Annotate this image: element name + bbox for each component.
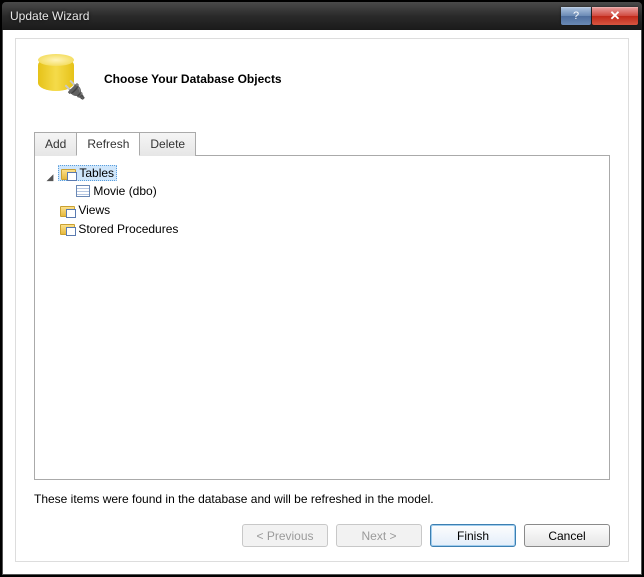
tab-container: Add Refresh Delete ◢ Tables	[34, 131, 610, 480]
close-button[interactable]: ✕	[592, 7, 638, 25]
tab-refresh[interactable]: Refresh	[76, 132, 140, 156]
expander-icon[interactable]: ◢	[45, 172, 55, 183]
close-icon: ✕	[610, 8, 621, 24]
help-button[interactable]: ?	[561, 7, 591, 25]
object-tree[interactable]: ◢ Tables Movie (dbo)	[34, 155, 610, 480]
wizard-frame: 🔌 Choose Your Database Objects Add Refre…	[15, 38, 629, 562]
page-title: Choose Your Database Objects	[104, 72, 282, 86]
wizard-header: 🔌 Choose Your Database Objects	[34, 55, 610, 103]
tree-label-movie: Movie (dbo)	[93, 184, 156, 198]
next-button: Next >	[336, 524, 422, 547]
client-area: 🔌 Choose Your Database Objects Add Refre…	[2, 30, 642, 575]
tree-label-tables: Tables	[79, 166, 114, 180]
finish-button[interactable]: Finish	[430, 524, 516, 547]
tab-add[interactable]: Add	[34, 132, 77, 156]
tree-node-tables[interactable]: ◢ Tables Movie (dbo)	[45, 164, 603, 202]
info-text: These items were found in the database a…	[34, 492, 610, 506]
tree-node-movie[interactable]: Movie (dbo)	[61, 183, 603, 202]
update-wizard-window: Update Wizard ? ✕ 🔌 Choose Your Database…	[0, 0, 644, 577]
database-icon: 🔌	[34, 55, 86, 103]
tree-node-views[interactable]: Views	[45, 202, 603, 221]
tables-folder-icon	[61, 169, 76, 180]
table-icon	[76, 185, 90, 197]
tabstrip: Add Refresh Delete	[34, 131, 610, 155]
previous-button: < Previous	[242, 524, 328, 547]
window-title: Update Wizard	[10, 9, 560, 23]
cancel-button[interactable]: Cancel	[524, 524, 610, 547]
tree-label-sprocs: Stored Procedures	[78, 222, 178, 236]
tree-node-sprocs[interactable]: Stored Procedures	[45, 221, 603, 240]
tab-delete[interactable]: Delete	[139, 132, 196, 156]
views-folder-icon	[60, 206, 75, 217]
tree-label-views: Views	[78, 203, 110, 217]
titlebar[interactable]: Update Wizard ? ✕	[2, 2, 642, 30]
wizard-buttons: < Previous Next > Finish Cancel	[34, 524, 610, 547]
sprocs-folder-icon	[60, 224, 75, 235]
